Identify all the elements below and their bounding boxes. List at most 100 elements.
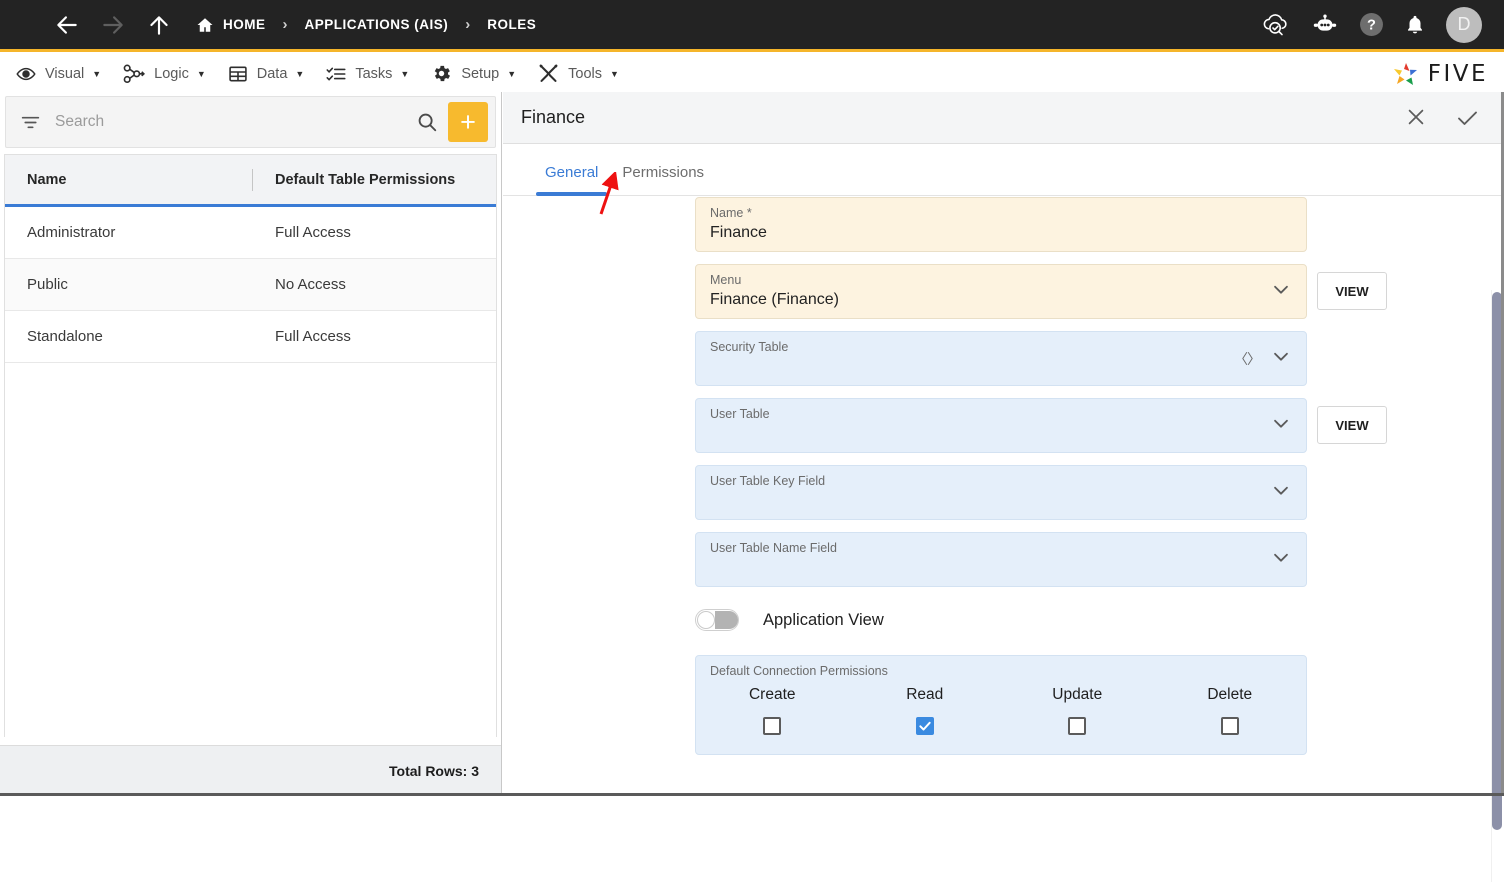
five-pinwheel-icon bbox=[1391, 60, 1421, 88]
breadcrumb-item-home[interactable]: HOME bbox=[196, 16, 266, 34]
breadcrumb-label-applications: APPLICATIONS (AIS) bbox=[305, 17, 449, 32]
permission-create: Create bbox=[696, 686, 849, 735]
table-row[interactable]: Public No Access bbox=[5, 259, 496, 311]
tools-wrench-icon bbox=[538, 63, 559, 84]
user-avatar[interactable]: D bbox=[1446, 7, 1482, 43]
permission-columns: Create Read Update Delete bbox=[696, 686, 1306, 735]
eye-icon bbox=[16, 64, 36, 84]
menu-field-value: Finance (Finance) bbox=[710, 291, 1292, 309]
menu-label-data: Data bbox=[257, 66, 288, 82]
five-brand-logo: FIVE bbox=[1391, 60, 1488, 88]
cell-name: Administrator bbox=[5, 224, 253, 241]
page-title: Finance bbox=[521, 107, 585, 128]
add-role-button[interactable]: + bbox=[448, 102, 488, 142]
chevron-down-icon: ▼ bbox=[507, 69, 516, 79]
permission-read: Read bbox=[849, 686, 1002, 735]
permission-delete: Delete bbox=[1154, 686, 1307, 735]
filter-icon[interactable] bbox=[20, 112, 41, 133]
column-header-default-table-permissions[interactable]: Default Table Permissions bbox=[253, 172, 455, 188]
breadcrumb-label-roles: ROLES bbox=[487, 17, 536, 32]
detail-tabs: General Permissions bbox=[503, 144, 1504, 196]
breadcrumb-label-home: HOME bbox=[223, 17, 266, 32]
cell-permissions: Full Access bbox=[253, 224, 351, 241]
table-empty-area bbox=[4, 363, 497, 737]
close-icon[interactable] bbox=[1405, 106, 1427, 130]
default-connection-permissions-group: Default Connection Permissions Create Re… bbox=[695, 655, 1307, 755]
form-row-name: Name * Finance bbox=[503, 197, 1504, 252]
user-table-key-field[interactable]: User Table Key Field bbox=[695, 465, 1307, 520]
table-row[interactable]: Administrator Full Access bbox=[5, 207, 496, 259]
user-table-name-field-label: User Table Name Field bbox=[710, 541, 1292, 556]
chevron-down-icon: ▼ bbox=[197, 69, 206, 79]
menu-item-tools[interactable]: Tools ▼ bbox=[538, 63, 619, 84]
default-connection-permissions-label: Default Connection Permissions bbox=[696, 664, 1306, 678]
breadcrumb: HOME › APPLICATIONS (AIS) › ROLES bbox=[196, 16, 536, 34]
logic-nodes-icon bbox=[123, 64, 145, 84]
menu-item-logic[interactable]: Logic ▼ bbox=[123, 64, 206, 84]
user-table-field[interactable]: User Table bbox=[695, 398, 1307, 453]
checkbox-delete[interactable] bbox=[1221, 717, 1239, 735]
detail-header: Finance bbox=[503, 92, 1504, 144]
menu-label-logic: Logic bbox=[154, 66, 189, 82]
arrow-right-icon[interactable] bbox=[90, 0, 136, 51]
name-field-value: Finance bbox=[710, 224, 1292, 242]
user-table-name-field[interactable]: User Table Name Field bbox=[695, 532, 1307, 587]
menu-item-data[interactable]: Data ▼ bbox=[228, 64, 305, 84]
toggle-track bbox=[715, 611, 738, 629]
hamburger-menu-icon[interactable] bbox=[22, 0, 44, 51]
svg-text:?: ? bbox=[1367, 18, 1376, 34]
application-view-row: Application View bbox=[503, 609, 1504, 631]
cell-permissions: No Access bbox=[253, 276, 346, 293]
menu-view-button[interactable]: VIEW bbox=[1317, 272, 1387, 310]
breadcrumb-separator: › bbox=[465, 16, 470, 33]
table-row[interactable]: Standalone Full Access bbox=[5, 311, 496, 363]
menu-item-setup[interactable]: Setup ▼ bbox=[431, 63, 516, 84]
arrow-up-icon[interactable] bbox=[136, 0, 182, 51]
notifications-bell-icon[interactable] bbox=[1404, 13, 1426, 37]
five-wordmark: FIVE bbox=[1428, 61, 1488, 87]
user-table-view-button[interactable]: VIEW bbox=[1317, 406, 1387, 444]
menu-item-visual[interactable]: Visual ▼ bbox=[16, 64, 101, 84]
form-row-menu: Menu Finance (Finance) VIEW bbox=[503, 264, 1504, 319]
checkbox-update[interactable] bbox=[1068, 717, 1086, 735]
chatbot-icon[interactable] bbox=[1311, 14, 1339, 36]
menu-label-setup: Setup bbox=[461, 66, 499, 82]
roles-list-panel: + Name Default Table Permissions Adminis… bbox=[0, 92, 502, 796]
form-row-user-table-name-field: User Table Name Field bbox=[503, 532, 1504, 587]
arrow-left-icon[interactable] bbox=[44, 0, 90, 51]
cell-name: Public bbox=[5, 276, 253, 293]
code-brackets-icon[interactable]: 〈〉 bbox=[1234, 349, 1260, 369]
security-table-field[interactable]: Security Table 〈〉 bbox=[695, 331, 1307, 386]
breadcrumb-item-roles[interactable]: ROLES bbox=[487, 17, 536, 32]
column-header-name[interactable]: Name bbox=[5, 172, 252, 188]
table-footer: Total Rows: 3 bbox=[0, 745, 501, 796]
menu-label-tasks: Tasks bbox=[355, 66, 392, 82]
application-view-toggle[interactable] bbox=[695, 609, 739, 631]
menu-field[interactable]: Menu Finance (Finance) bbox=[695, 264, 1307, 319]
help-icon[interactable]: ? bbox=[1359, 12, 1384, 37]
name-field[interactable]: Name * Finance bbox=[695, 197, 1307, 252]
checkbox-create[interactable] bbox=[763, 717, 781, 735]
checklist-icon bbox=[326, 64, 346, 84]
tab-permissions[interactable]: Permissions bbox=[610, 164, 716, 195]
chevron-down-icon: ▼ bbox=[610, 69, 619, 79]
total-rows-label: Total Rows: 3 bbox=[389, 763, 479, 779]
chevron-down-icon: ▼ bbox=[92, 69, 101, 79]
cloud-check-icon[interactable] bbox=[1261, 12, 1291, 38]
tab-general[interactable]: General bbox=[533, 164, 610, 195]
search-input[interactable] bbox=[55, 113, 416, 131]
menu-item-tasks[interactable]: Tasks ▼ bbox=[326, 64, 409, 84]
form-row-security-table: Security Table 〈〉 bbox=[503, 331, 1504, 386]
permission-update: Update bbox=[1001, 686, 1154, 735]
form-row-user-table-key-field: User Table Key Field bbox=[503, 465, 1504, 520]
topbar-actions: ? D bbox=[1261, 7, 1482, 43]
user-table-field-label: User Table bbox=[710, 407, 1292, 422]
confirm-check-icon[interactable] bbox=[1455, 106, 1479, 130]
home-icon bbox=[196, 16, 214, 34]
search-bar: + bbox=[5, 96, 496, 148]
search-icon[interactable] bbox=[416, 111, 438, 133]
application-view-label: Application View bbox=[763, 611, 884, 630]
checkbox-read[interactable] bbox=[916, 717, 934, 735]
breadcrumb-item-applications[interactable]: APPLICATIONS (AIS) bbox=[305, 17, 449, 32]
gear-icon bbox=[431, 63, 452, 84]
